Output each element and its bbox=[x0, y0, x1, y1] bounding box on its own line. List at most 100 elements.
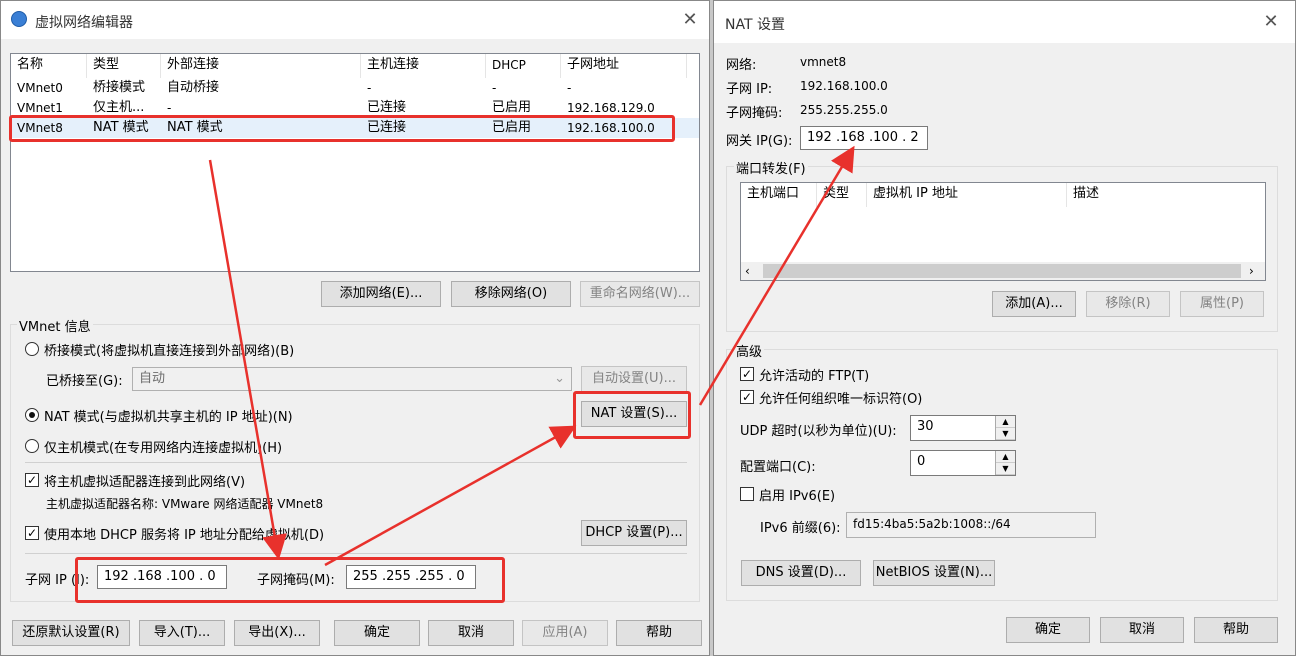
apply-button[interactable]: 应用(A) bbox=[522, 620, 608, 646]
allow-ftp-label[interactable]: 允许活动的 FTP(T) bbox=[759, 365, 869, 384]
host-only-radio[interactable] bbox=[25, 439, 39, 453]
udp-timeout-label: UDP 超时(以秒为单位)(U): bbox=[740, 424, 897, 439]
enable-ipv6-label[interactable]: 启用 IPv6(E) bbox=[759, 485, 835, 504]
cell: 仅主机... bbox=[93, 100, 145, 115]
cell: 192.168.129.0 bbox=[567, 101, 655, 115]
table-row[interactable]: VMnet0 桥接模式 自动桥接 - - - bbox=[11, 78, 699, 98]
port-forward-list[interactable]: 主机端口 类型 虚拟机 IP 地址 描述 ‹ › bbox=[740, 182, 1266, 281]
import-button[interactable]: 导入(T)... bbox=[139, 620, 225, 646]
horizontal-scrollbar[interactable]: ‹ › bbox=[741, 262, 1265, 280]
col-type[interactable]: 类型 bbox=[817, 183, 867, 207]
network-globe-icon bbox=[11, 11, 27, 27]
col-vm-ip[interactable]: 虚拟机 IP 地址 bbox=[867, 183, 1067, 207]
subnet-mask-input[interactable]: 255 .255 .255 . 0 bbox=[346, 565, 476, 589]
scroll-left-icon[interactable]: ‹ bbox=[745, 262, 750, 280]
subnet-ip-input[interactable]: 192 .168 .100 . 0 bbox=[97, 565, 227, 589]
udp-timeout-input[interactable]: 30 ▲ ▼ bbox=[910, 415, 1016, 441]
connect-adapter-label[interactable]: 将主机虚拟适配器连接到此网络(V) bbox=[44, 471, 245, 490]
netbios-settings-button[interactable]: NetBIOS 设置(N)... bbox=[873, 560, 995, 586]
arrow-up-icon[interactable]: ▲ bbox=[996, 416, 1015, 428]
nat-settings-window: NAT 设置 ✕ 网络: vmnet8 子网 IP: 192.168.100.0… bbox=[713, 0, 1296, 656]
use-dhcp-checkbox[interactable]: ✓ bbox=[25, 526, 39, 540]
ipv6-prefix-label: IPv6 前缀(6): bbox=[760, 521, 841, 536]
title-bar: NAT 设置 ✕ bbox=[714, 1, 1295, 43]
scroll-right-icon[interactable]: › bbox=[1249, 262, 1254, 280]
cancel-button[interactable]: 取消 bbox=[428, 620, 514, 646]
col-desc[interactable]: 描述 bbox=[1067, 183, 1247, 207]
bridge-mode-radio[interactable] bbox=[25, 342, 39, 356]
col-host-port[interactable]: 主机端口 bbox=[741, 183, 817, 207]
auto-settings-button[interactable]: 自动设置(U)... bbox=[581, 366, 687, 392]
use-dhcp-label[interactable]: 使用本地 DHCP 服务将 IP 地址分配给虚拟机(D) bbox=[44, 524, 324, 543]
rename-network-button[interactable]: 重命名网络(W)... bbox=[580, 281, 700, 307]
close-icon[interactable]: ✕ bbox=[679, 10, 701, 32]
config-port-stepper[interactable]: ▲ ▼ bbox=[995, 451, 1015, 475]
udp-timeout-value: 30 bbox=[917, 419, 934, 434]
add-network-button[interactable]: 添加网络(E)... bbox=[321, 281, 441, 307]
allow-oui-checkbox[interactable]: ✓ bbox=[740, 390, 754, 404]
allow-ftp-checkbox[interactable]: ✓ bbox=[740, 367, 754, 381]
allow-oui-label[interactable]: 允许任何组织唯一标识符(O) bbox=[759, 388, 922, 407]
connect-adapter-checkbox[interactable]: ✓ bbox=[25, 473, 39, 487]
col-dhcp[interactable]: DHCP bbox=[486, 54, 561, 78]
col-subnet[interactable]: 子网地址 bbox=[561, 54, 687, 78]
adapter-name-text: 主机虚拟适配器名称: VMware 网络适配器 VMnet8 bbox=[46, 497, 324, 511]
config-port-label: 配置端口(C): bbox=[740, 460, 816, 475]
cell: - bbox=[367, 81, 372, 95]
cell: 已启用 bbox=[492, 100, 532, 115]
cell: NAT 模式 bbox=[167, 120, 223, 135]
table-row-selected[interactable]: VMnet8 NAT 模式 NAT 模式 已连接 已启用 192.168.100… bbox=[11, 118, 699, 138]
arrow-down-icon[interactable]: ▼ bbox=[996, 463, 1015, 475]
cancel-button[interactable]: 取消 bbox=[1100, 617, 1184, 643]
col-type[interactable]: 类型 bbox=[87, 54, 161, 78]
cell: - bbox=[567, 81, 572, 95]
col-external[interactable]: 外部连接 bbox=[161, 54, 361, 78]
gateway-label: 网关 IP(G): bbox=[726, 134, 793, 149]
help-button[interactable]: 帮助 bbox=[616, 620, 702, 646]
config-port-value: 0 bbox=[917, 454, 926, 469]
pf-properties-button[interactable]: 属性(P) bbox=[1180, 291, 1264, 317]
bridge-mode-label[interactable]: 桥接模式(将虚拟机直接连接到外部网络)(B) bbox=[44, 340, 294, 359]
arrow-up-icon[interactable]: ▲ bbox=[996, 451, 1015, 463]
subnet-mask-value: 255.255.255.0 bbox=[800, 103, 888, 117]
vmnet-info-label: VMnet 信息 bbox=[17, 316, 93, 335]
remove-network-button[interactable]: 移除网络(O) bbox=[451, 281, 571, 307]
port-forward-label: 端口转发(F) bbox=[734, 158, 808, 177]
chevron-down-icon: ⌄ bbox=[554, 371, 565, 386]
table-row[interactable]: VMnet1 仅主机... - 已连接 已启用 192.168.129.0 bbox=[11, 98, 699, 118]
help-button[interactable]: 帮助 bbox=[1194, 617, 1278, 643]
cell: VMnet8 bbox=[17, 121, 63, 135]
divider bbox=[25, 462, 687, 463]
udp-timeout-stepper[interactable]: ▲ ▼ bbox=[995, 416, 1015, 440]
bridged-to-select[interactable]: 自动 ⌄ bbox=[132, 367, 572, 391]
col-host[interactable]: 主机连接 bbox=[361, 54, 486, 78]
cell: 192.168.100.0 bbox=[567, 121, 655, 135]
arrow-down-icon[interactable]: ▼ bbox=[996, 428, 1015, 440]
ok-button[interactable]: 确定 bbox=[334, 620, 420, 646]
enable-ipv6-checkbox[interactable] bbox=[740, 487, 754, 501]
gateway-input[interactable]: 192 .168 .100 . 2 bbox=[800, 126, 928, 150]
bridged-to-value: 自动 bbox=[139, 371, 166, 386]
nat-mode-label[interactable]: NAT 模式(与虚拟机共享主机的 IP 地址)(N) bbox=[44, 406, 293, 425]
dhcp-settings-button[interactable]: DHCP 设置(P)... bbox=[581, 520, 687, 546]
network-list[interactable]: 名称 类型 外部连接 主机连接 DHCP 子网地址 VMnet0 桥接模式 自动… bbox=[10, 53, 700, 272]
dns-settings-button[interactable]: DNS 设置(D)... bbox=[741, 560, 861, 586]
restore-defaults-button[interactable]: 还原默认设置(R) bbox=[12, 620, 130, 646]
pf-add-button[interactable]: 添加(A)... bbox=[992, 291, 1076, 317]
nat-settings-button[interactable]: NAT 设置(S)... bbox=[581, 401, 687, 427]
scroll-thumb[interactable] bbox=[763, 264, 1241, 278]
export-button[interactable]: 导出(X)... bbox=[234, 620, 320, 646]
cell: 自动桥接 bbox=[167, 80, 220, 95]
close-icon[interactable]: ✕ bbox=[1260, 12, 1282, 34]
col-name[interactable]: 名称 bbox=[11, 54, 87, 78]
nat-mode-radio[interactable] bbox=[25, 408, 39, 422]
cell: - bbox=[167, 101, 172, 115]
subnet-ip-label: 子网 IP (I): bbox=[25, 573, 90, 588]
window-title: NAT 设置 bbox=[725, 17, 785, 33]
ipv6-prefix-input[interactable]: fd15:4ba5:5a2b:1008::/64 bbox=[846, 512, 1096, 538]
host-only-label[interactable]: 仅主机模式(在专用网络内连接虚拟机)(H) bbox=[44, 437, 282, 456]
pf-remove-button[interactable]: 移除(R) bbox=[1086, 291, 1170, 317]
config-port-input[interactable]: 0 ▲ ▼ bbox=[910, 450, 1016, 476]
ok-button[interactable]: 确定 bbox=[1006, 617, 1090, 643]
virtual-network-editor-window: 虚拟网络编辑器 ✕ 名称 类型 外部连接 主机连接 DHCP 子网地址 VMne… bbox=[0, 0, 710, 656]
